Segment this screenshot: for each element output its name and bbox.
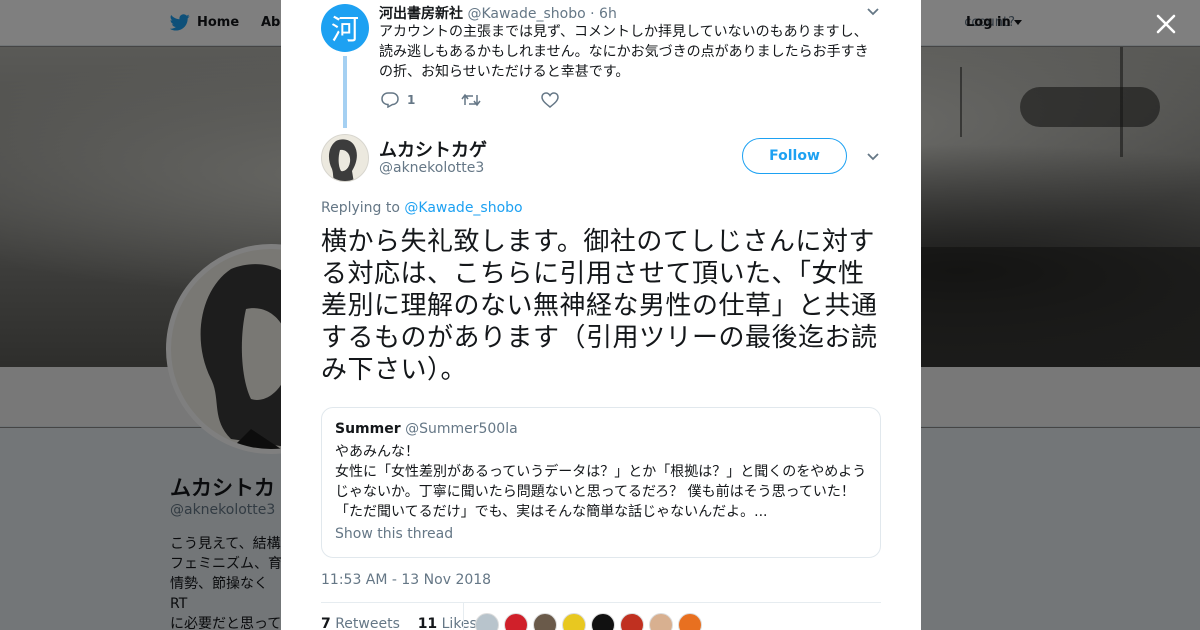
likes-count: 11 xyxy=(417,616,438,630)
liker-avatar[interactable] xyxy=(591,613,615,630)
quoted-tweet-text-line: やあみんな！ xyxy=(335,444,419,460)
retweet-icon xyxy=(461,93,481,107)
retweets-label: Retweets xyxy=(335,616,400,630)
liker-avatar[interactable] xyxy=(649,613,673,630)
author-name[interactable]: ムカシトカゲ xyxy=(379,136,487,162)
retweets-stat[interactable]: 7 Retweets xyxy=(321,616,400,630)
reply-icon xyxy=(381,92,399,108)
tweet-permalink-modal: 河 河出書房新社 @Kawade_shobo · 6h アカウントの主張までは見… xyxy=(281,0,921,630)
thread-connector xyxy=(343,56,347,128)
show-thread-link[interactable]: Show this thread xyxy=(335,526,453,542)
replying-to-link[interactable]: @Kawade_shobo xyxy=(404,200,522,216)
parent-tweet[interactable]: 河 河出書房新社 @Kawade_shobo · 6h アカウントの主張までは見… xyxy=(281,0,921,128)
retweets-count: 7 xyxy=(321,616,331,630)
reply-action[interactable]: 1 xyxy=(381,92,461,108)
reply-count: 1 xyxy=(407,93,416,107)
liker-avatar[interactable] xyxy=(504,613,528,630)
like-action[interactable] xyxy=(541,92,621,108)
replying-prefix: Replying to xyxy=(321,200,400,216)
likes-label: Likes xyxy=(441,616,477,630)
liker-avatar[interactable] xyxy=(562,613,586,630)
quoted-tweet-card[interactable]: Summer @Summer500la やあみんな！ 女性に「女性差別があるって… xyxy=(321,407,881,558)
likes-stat[interactable]: 11 Likes xyxy=(418,616,477,630)
retweet-action[interactable] xyxy=(461,93,541,107)
liker-avatar[interactable] xyxy=(533,613,557,630)
parent-tweet-avatar[interactable]: 河 xyxy=(321,4,369,52)
parent-tweet-header: 河出書房新社 @Kawade_shobo · 6h xyxy=(379,3,617,23)
chevron-down-icon[interactable] xyxy=(866,152,880,162)
parent-tweet-name[interactable]: 河出書房新社 xyxy=(379,6,463,22)
parent-tweet-handle[interactable]: @Kawade_shobo xyxy=(467,6,585,22)
quoted-tweet-text: やあみんな！ 女性に「女性差別があるっていうデータは？」とか「根拠は？」と聞くの… xyxy=(335,442,871,522)
liker-avatar[interactable] xyxy=(678,613,702,630)
liker-avatar[interactable] xyxy=(620,613,644,630)
parent-tweet-text: アカウントの主張までは見ず、コメントしか拝見していないのもありますし、読み逃しも… xyxy=(379,24,869,80)
stats-separator xyxy=(463,603,464,630)
parent-tweet-time[interactable]: · 6h xyxy=(590,6,617,22)
quoted-tweet-text-line: 女性に「女性差別があるっていうデータは？」とか「根拠は？」と聞くのをやめようじゃ… xyxy=(335,464,867,520)
author-handle[interactable]: @aknekolotte3 xyxy=(379,160,484,176)
replying-to: Replying to @Kawade_shobo xyxy=(321,200,523,216)
close-icon[interactable] xyxy=(1152,10,1180,38)
tweet-stats: 7 Retweets 11 Likes xyxy=(321,616,477,630)
quoted-tweet-header: Summer @Summer500la xyxy=(335,421,518,437)
liker-avatar[interactable] xyxy=(475,613,499,630)
author-avatar[interactable] xyxy=(321,134,369,182)
divider xyxy=(321,602,881,603)
likers-avatars xyxy=(475,613,707,630)
quoted-tweet-handle: @Summer500la xyxy=(405,421,518,437)
parent-tweet-actions: 1 xyxy=(381,92,621,108)
tweet-timestamp[interactable]: 11:53 AM - 13 Nov 2018 xyxy=(321,572,491,588)
follow-button[interactable]: Follow xyxy=(742,138,847,174)
tweet-text: 横から失礼致します。御社のてしじさんに対する対応は、こちらに引用させて頂いた、「… xyxy=(321,227,878,385)
like-icon xyxy=(541,92,559,108)
chevron-down-icon[interactable] xyxy=(866,7,880,17)
quoted-tweet-name: Summer xyxy=(335,421,401,437)
tweet-author-row: ムカシトカゲ @aknekolotte3 Follow xyxy=(321,134,881,184)
